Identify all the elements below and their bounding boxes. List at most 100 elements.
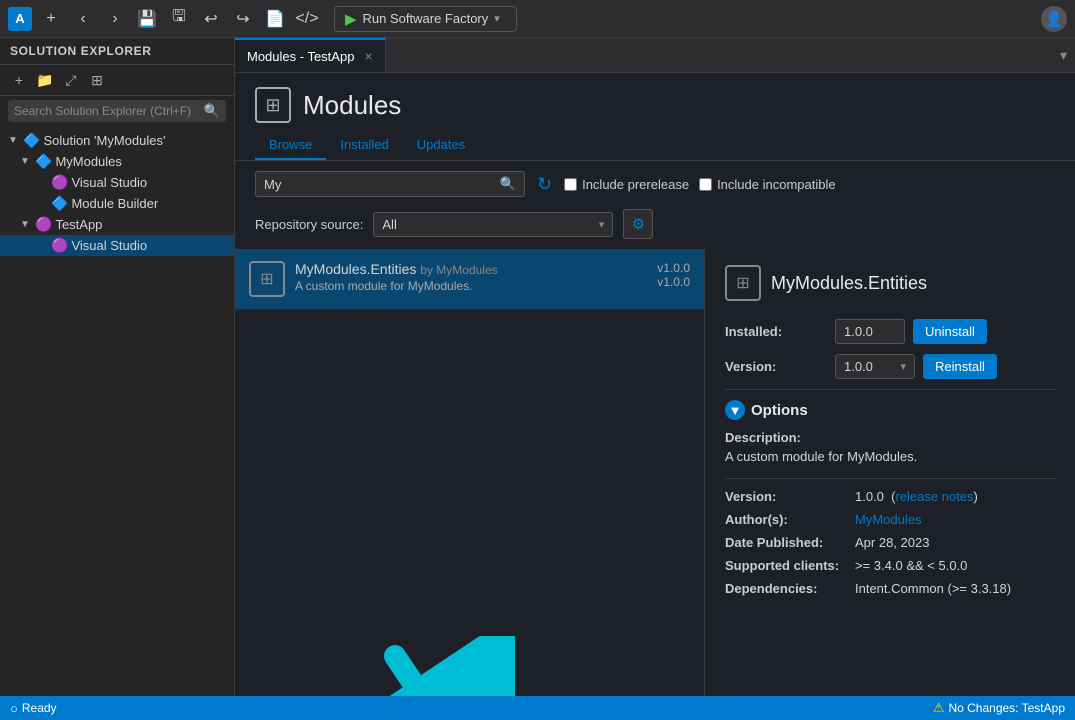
sidebar-add-btn[interactable]: + <box>8 69 30 91</box>
installed-value-input[interactable] <box>835 319 905 344</box>
include-prerelease-checkbox[interactable] <box>564 178 577 191</box>
account-btn[interactable]: 👤 <box>1041 6 1067 32</box>
detail-pkg-icon: ⊞ <box>725 265 761 301</box>
sidebar-item-solution[interactable]: ▼ 🔷 Solution 'MyModules' <box>0 130 234 151</box>
chevron-down-icon: ▼ <box>8 135 20 146</box>
mymodules-icon: 🔷 <box>35 153 52 170</box>
package-search-icon[interactable]: 🔍 <box>500 176 516 192</box>
include-incompatible-label[interactable]: Include incompatible <box>699 177 836 192</box>
arrow-area <box>235 310 704 696</box>
sidebar-item-module-builder[interactable]: ▶ 🔷 Module Builder <box>0 193 234 214</box>
include-incompatible-checkbox[interactable] <box>699 178 712 191</box>
tabs-bar: Modules - TestApp × ▾ <box>235 38 1075 73</box>
pkg-desc: A custom module for MyModules. <box>295 279 647 293</box>
meta-date-label: Date Published: <box>725 535 855 550</box>
sidebar-item-mymodules[interactable]: ▼ 🔷 MyModules <box>0 151 234 172</box>
undo-btn[interactable]: ↩ <box>198 6 224 32</box>
sidebar-item-label: Solution 'MyModules' <box>43 133 165 148</box>
forward-btn[interactable]: › <box>102 6 128 32</box>
main-area: Solution Explorer + 📁 ⤢ ⊞ 🔍 ▼ 🔷 Solution… <box>0 38 1075 696</box>
meta-deps-row: Dependencies: Intent.Common (>= 3.3.18) <box>725 581 1055 596</box>
sidebar-item-label: TestApp <box>55 217 102 232</box>
pkg-versions: v1.0.0 v1.0.0 <box>657 261 690 289</box>
tab-label: Modules - TestApp <box>247 49 354 64</box>
sidebar-header: Solution Explorer <box>0 38 234 65</box>
repo-source-row: Repository source: All ▾ ⚙ <box>235 207 1075 249</box>
repo-source-label: Repository source: <box>255 217 363 232</box>
tab-close-btn[interactable]: × <box>364 48 372 64</box>
options-section: ▼ Options Description: A custom module f… <box>725 400 1055 596</box>
release-notes-link[interactable]: release notes <box>895 489 973 504</box>
pkg-info: MyModules.Entities by MyModules A custom… <box>295 261 647 293</box>
version-select[interactable]: 1.0.0 ▾ <box>835 354 915 379</box>
new-proj-btn[interactable]: 📄 <box>262 6 288 32</box>
search-row: 🔍 ↻ Include prerelease Include incompati… <box>235 161 1075 207</box>
pkg-name: MyModules.Entities by MyModules <box>295 261 647 277</box>
module-builder-icon: 🔷 <box>51 195 68 212</box>
content-area: Modules - TestApp × ▾ ⊞ Modules Browse I… <box>235 38 1075 696</box>
sidebar-search-icon[interactable]: 🔍 <box>204 103 220 119</box>
toolbar: A + ‹ › 💾 🖫 ↩ ↪ 📄 </> ▶ Run Software Fac… <box>0 0 1075 38</box>
description-value: A custom module for MyModules. <box>725 449 1055 464</box>
code-btn[interactable]: </> <box>294 6 320 32</box>
save-btn[interactable]: 💾 <box>134 6 160 32</box>
sidebar: Solution Explorer + 📁 ⤢ ⊞ 🔍 ▼ 🔷 Solution… <box>0 38 235 696</box>
package-search-input[interactable] <box>264 177 500 192</box>
chevron-down-icon: ▾ <box>599 218 605 231</box>
chevron-down-icon: ▼ <box>20 156 32 167</box>
sidebar-item-label: Visual Studio <box>71 175 147 190</box>
sidebar-grid-btn[interactable]: ⊞ <box>86 69 108 91</box>
options-chevron-icon: ▼ <box>725 400 745 420</box>
toolbar-right: 👤 <box>1041 6 1067 32</box>
sidebar-tree: ▼ 🔷 Solution 'MyModules' ▼ 🔷 MyModules ▶… <box>0 126 234 696</box>
split-panel: ⊞ MyModules.Entities by MyModules A cust… <box>235 249 1075 696</box>
status-ready-label: Ready <box>22 701 57 715</box>
reinstall-button[interactable]: Reinstall <box>923 354 997 379</box>
detail-header: ⊞ MyModules.Entities <box>725 265 1055 301</box>
tab-installed[interactable]: Installed <box>326 131 402 160</box>
sidebar-expand-btn[interactable]: ⤢ <box>60 69 82 91</box>
new-file-btn[interactable]: + <box>38 6 64 32</box>
tab-modules-testapp[interactable]: Modules - TestApp × <box>235 38 386 72</box>
no-changes-label: No Changes: TestApp <box>948 701 1065 715</box>
status-no-changes: ⚠ No Changes: TestApp <box>933 700 1065 716</box>
chevron-down-icon: ▼ <box>20 219 32 230</box>
modules-panel: ⊞ Modules Browse Installed Updates 🔍 ↻ <box>235 73 1075 696</box>
solution-icon: 🔷 <box>23 132 40 149</box>
options-header[interactable]: ▼ Options <box>725 400 1055 420</box>
sidebar-item-visual-studio-1[interactable]: ▶ 🟣 Visual Studio <box>0 172 234 193</box>
sidebar-item-testapp[interactable]: ▼ 🟣 TestApp <box>0 214 234 235</box>
package-detail: ⊞ MyModules.Entities Installed: Uninstal… <box>705 249 1075 696</box>
list-item[interactable]: ⊞ MyModules.Entities by MyModules A cust… <box>235 249 704 310</box>
meta-deps-label: Dependencies: <box>725 581 855 596</box>
sidebar-search-bar: 🔍 <box>8 100 226 122</box>
redo-btn[interactable]: ↪ <box>230 6 256 32</box>
tab-updates[interactable]: Updates <box>403 131 479 160</box>
run-btn-chevron: ▾ <box>494 12 506 25</box>
meta-authors-label: Author(s): <box>725 512 855 527</box>
sidebar-folder-btn[interactable]: 📁 <box>34 69 56 91</box>
save-all-btn[interactable]: 🖫 <box>166 6 192 32</box>
back-btn[interactable]: ‹ <box>70 6 96 32</box>
sub-tabs: Browse Installed Updates <box>235 131 1075 161</box>
tabs-more-btn[interactable]: ▾ <box>1060 47 1067 64</box>
sidebar-item-visual-studio-2[interactable]: ▶ 🟣 Visual Studio <box>0 235 234 256</box>
modules-icon: ⊞ <box>255 87 291 123</box>
repo-settings-btn[interactable]: ⚙ <box>623 209 653 239</box>
meta-clients-value: >= 3.4.0 && < 5.0.0 <box>855 558 967 573</box>
sidebar-item-label: Module Builder <box>71 196 158 211</box>
repo-source-select[interactable]: All ▾ <box>373 212 613 237</box>
gear-icon: ⚙ <box>632 215 645 233</box>
meta-dep1-value: Intent.Common (>= 3.3.18) <box>855 581 1011 596</box>
run-software-factory-btn[interactable]: ▶ Run Software Factory ▾ <box>334 6 517 32</box>
refresh-btn[interactable]: ↻ <box>535 172 554 197</box>
sidebar-search-input[interactable] <box>14 104 204 118</box>
uninstall-button[interactable]: Uninstall <box>913 319 987 344</box>
meta-version-row: Version: 1.0.0 (release notes) <box>725 489 1055 504</box>
meta-clients-row: Supported clients: >= 3.4.0 && < 5.0.0 <box>725 558 1055 573</box>
include-prerelease-label[interactable]: Include prerelease <box>564 177 689 192</box>
warning-icon: ⚠ <box>933 700 945 716</box>
tab-browse[interactable]: Browse <box>255 131 326 160</box>
sidebar-item-label: Visual Studio <box>71 238 147 253</box>
app-logo: A <box>8 7 32 31</box>
